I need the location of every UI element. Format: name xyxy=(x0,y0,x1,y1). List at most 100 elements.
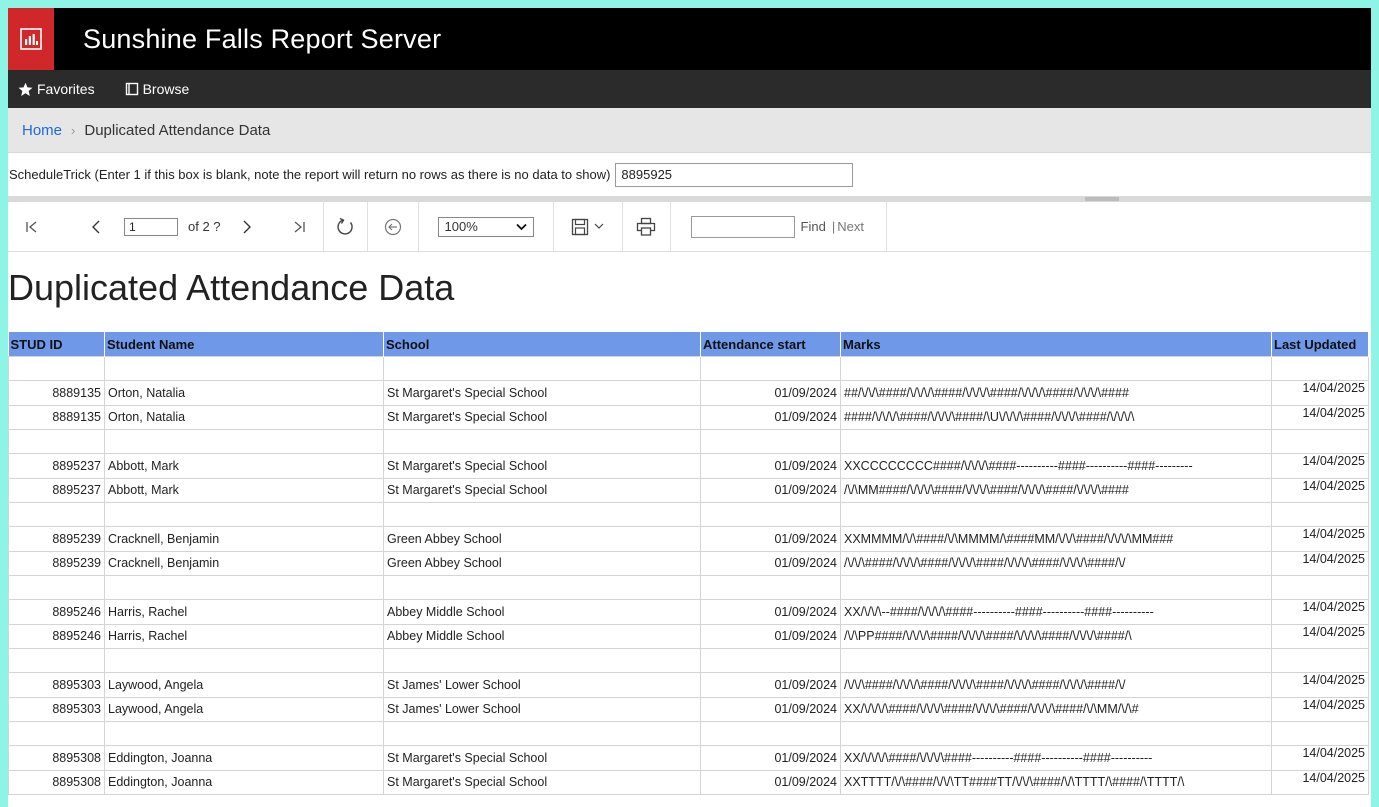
cell-stud-id: 8895237 xyxy=(8,477,105,503)
cell-attendance-start: 01/09/2024 xyxy=(700,696,841,722)
spacer-cell xyxy=(104,356,384,381)
first-page-button[interactable] xyxy=(22,220,42,234)
chevron-left-icon xyxy=(92,220,100,233)
cell-last-updated: 14/04/2025 xyxy=(1271,696,1369,722)
spacer-cell xyxy=(383,575,701,600)
cell-last-updated: 14/04/2025 xyxy=(1271,526,1369,552)
cell-stud-id: 8889135 xyxy=(8,404,105,430)
cell-school: St Margaret's Special School xyxy=(383,404,701,430)
print-group xyxy=(623,202,671,251)
find-button[interactable]: Find xyxy=(801,219,826,234)
last-page-button[interactable] xyxy=(289,220,309,234)
cell-school: Green Abbey School xyxy=(383,526,701,552)
cell-marks: XX/\/\/\/\####/\/\/\/\####----------####… xyxy=(840,745,1272,771)
find-input[interactable] xyxy=(690,215,795,238)
spacer-cell xyxy=(104,502,384,527)
cell-attendance-start: 01/09/2024 xyxy=(700,769,841,795)
find-group: Find | Next xyxy=(671,202,887,251)
cell-attendance-start: 01/09/2024 xyxy=(700,745,841,771)
table-row: 8895303 Laywood, Angela St James' Lower Sc… xyxy=(8,672,1369,698)
report-toolbar: of 2 ? xyxy=(8,202,1371,252)
print-button[interactable] xyxy=(636,217,656,237)
cell-marks: /\/\MM####/\/\/\/\####/\/\/\/\####/\/\/\… xyxy=(840,477,1272,503)
cell-attendance-start: 01/09/2024 xyxy=(700,672,841,698)
title-bar: Sunshine Falls Report Server xyxy=(8,8,1371,70)
cell-attendance-start: 01/09/2024 xyxy=(700,599,841,625)
back-button[interactable] xyxy=(384,218,402,236)
spacer-row xyxy=(8,502,1369,527)
report-server-logo[interactable] xyxy=(8,8,54,70)
column-header-stud-id: STUD ID xyxy=(8,332,105,357)
cell-marks: XXTTTT/\/\####/\/\/\TT####TT/\/\/\####/\… xyxy=(840,769,1272,795)
cell-attendance-start: 01/09/2024 xyxy=(700,380,841,406)
export-group xyxy=(554,202,623,251)
cell-stud-id: 8895237 xyxy=(8,453,105,479)
first-page-icon xyxy=(26,221,37,232)
browse-link[interactable]: Browse xyxy=(125,81,190,97)
spacer-cell xyxy=(1271,575,1369,600)
spacer-cell xyxy=(840,575,1272,600)
cell-marks: /\/\/\####/\/\/\/\####/\/\/\/\####/\/\/\… xyxy=(840,550,1272,576)
breadcrumb: Home › Duplicated Attendance Data xyxy=(8,108,1371,153)
previous-page-button[interactable] xyxy=(86,219,106,235)
spacer-cell xyxy=(104,721,384,746)
cell-stud-id: 8895239 xyxy=(8,526,105,552)
table-row: 8895239 Cracknell, Benjamin Green Abbey Sc… xyxy=(8,550,1369,576)
cell-student-name: Eddington, Joanna xyxy=(104,769,384,795)
cell-school: Green Abbey School xyxy=(383,550,701,576)
cell-marks: XXMMMM/\/\####/\/\MMMM/\####MM/\/\/\####… xyxy=(840,526,1272,552)
spacer-cell xyxy=(383,429,701,454)
cell-school: St Margaret's Special School xyxy=(383,477,701,503)
find-next-button[interactable]: Next xyxy=(837,219,864,234)
printer-icon xyxy=(636,217,656,236)
spacer-cell xyxy=(8,356,105,381)
spacer-cell xyxy=(8,721,105,746)
table-row: 8895239 Cracknell, Benjamin Green Abbey Sc… xyxy=(8,526,1369,552)
spacer-cell xyxy=(1271,721,1369,746)
cell-school: Abbey Middle School xyxy=(383,599,701,625)
next-page-button[interactable] xyxy=(237,219,257,235)
column-header-marks: Marks xyxy=(840,332,1272,357)
favorites-label: Favorites xyxy=(37,81,95,97)
folder-icon xyxy=(125,82,138,96)
chevron-right-icon: › xyxy=(71,122,76,138)
cell-school: St Margaret's Special School xyxy=(383,453,701,479)
breadcrumb-home[interactable]: Home xyxy=(22,122,62,139)
chevron-down-icon xyxy=(515,223,527,230)
cell-stud-id: 8895246 xyxy=(8,623,105,649)
cell-student-name: Abbott, Mark xyxy=(104,453,384,479)
cell-student-name: Harris, Rachel xyxy=(104,599,384,625)
cell-stud-id: 8895308 xyxy=(8,769,105,795)
cell-student-name: Harris, Rachel xyxy=(104,623,384,649)
spacer-cell xyxy=(700,575,841,600)
table-header-row: STUD ID Student Name School Attendance s… xyxy=(8,332,1369,357)
favorites-link[interactable]: Favorites xyxy=(18,81,95,97)
spacer-cell xyxy=(840,429,1272,454)
splitter-grip[interactable] xyxy=(1085,197,1119,201)
parameter-row: ScheduleTrick (Enter 1 if this box is bl… xyxy=(8,153,1371,196)
refresh-button[interactable] xyxy=(335,217,355,237)
cell-stud-id: 8895308 xyxy=(8,745,105,771)
spacer-cell xyxy=(8,575,105,600)
cell-last-updated: 14/04/2025 xyxy=(1271,550,1369,576)
cell-attendance-start: 01/09/2024 xyxy=(700,526,841,552)
schedule-trick-input[interactable] xyxy=(615,162,854,187)
cell-last-updated: 14/04/2025 xyxy=(1271,745,1369,771)
breadcrumb-current: Duplicated Attendance Data xyxy=(84,121,271,139)
app-title: Sunshine Falls Report Server xyxy=(83,23,442,54)
export-button[interactable] xyxy=(571,218,604,236)
spacer-cell xyxy=(700,429,841,454)
cell-marks: XXCCCCCCCC####/\/\/\/\####----------####… xyxy=(840,453,1272,479)
schedule-trick-label: ScheduleTrick (Enter 1 if this box is bl… xyxy=(9,167,611,182)
page-number-input[interactable] xyxy=(124,217,178,236)
cell-student-name: Orton, Natalia xyxy=(104,404,384,430)
zoom-select[interactable]: 100% xyxy=(437,216,534,237)
spacer-row xyxy=(8,575,1369,600)
browse-label: Browse xyxy=(142,81,190,97)
spacer-cell xyxy=(8,648,105,673)
table-row: 8895237 Abbott, Mark St Margaret's Special… xyxy=(8,453,1369,479)
cell-marks: XX/\/\/\--####/\/\/\/\####----------####… xyxy=(840,599,1272,625)
cell-marks: ####/\/\/\/\####/\/\/\/\####/\U\/\/\/\##… xyxy=(840,404,1272,430)
spacer-cell xyxy=(840,721,1272,746)
cell-school: St Margaret's Special School xyxy=(383,380,701,406)
